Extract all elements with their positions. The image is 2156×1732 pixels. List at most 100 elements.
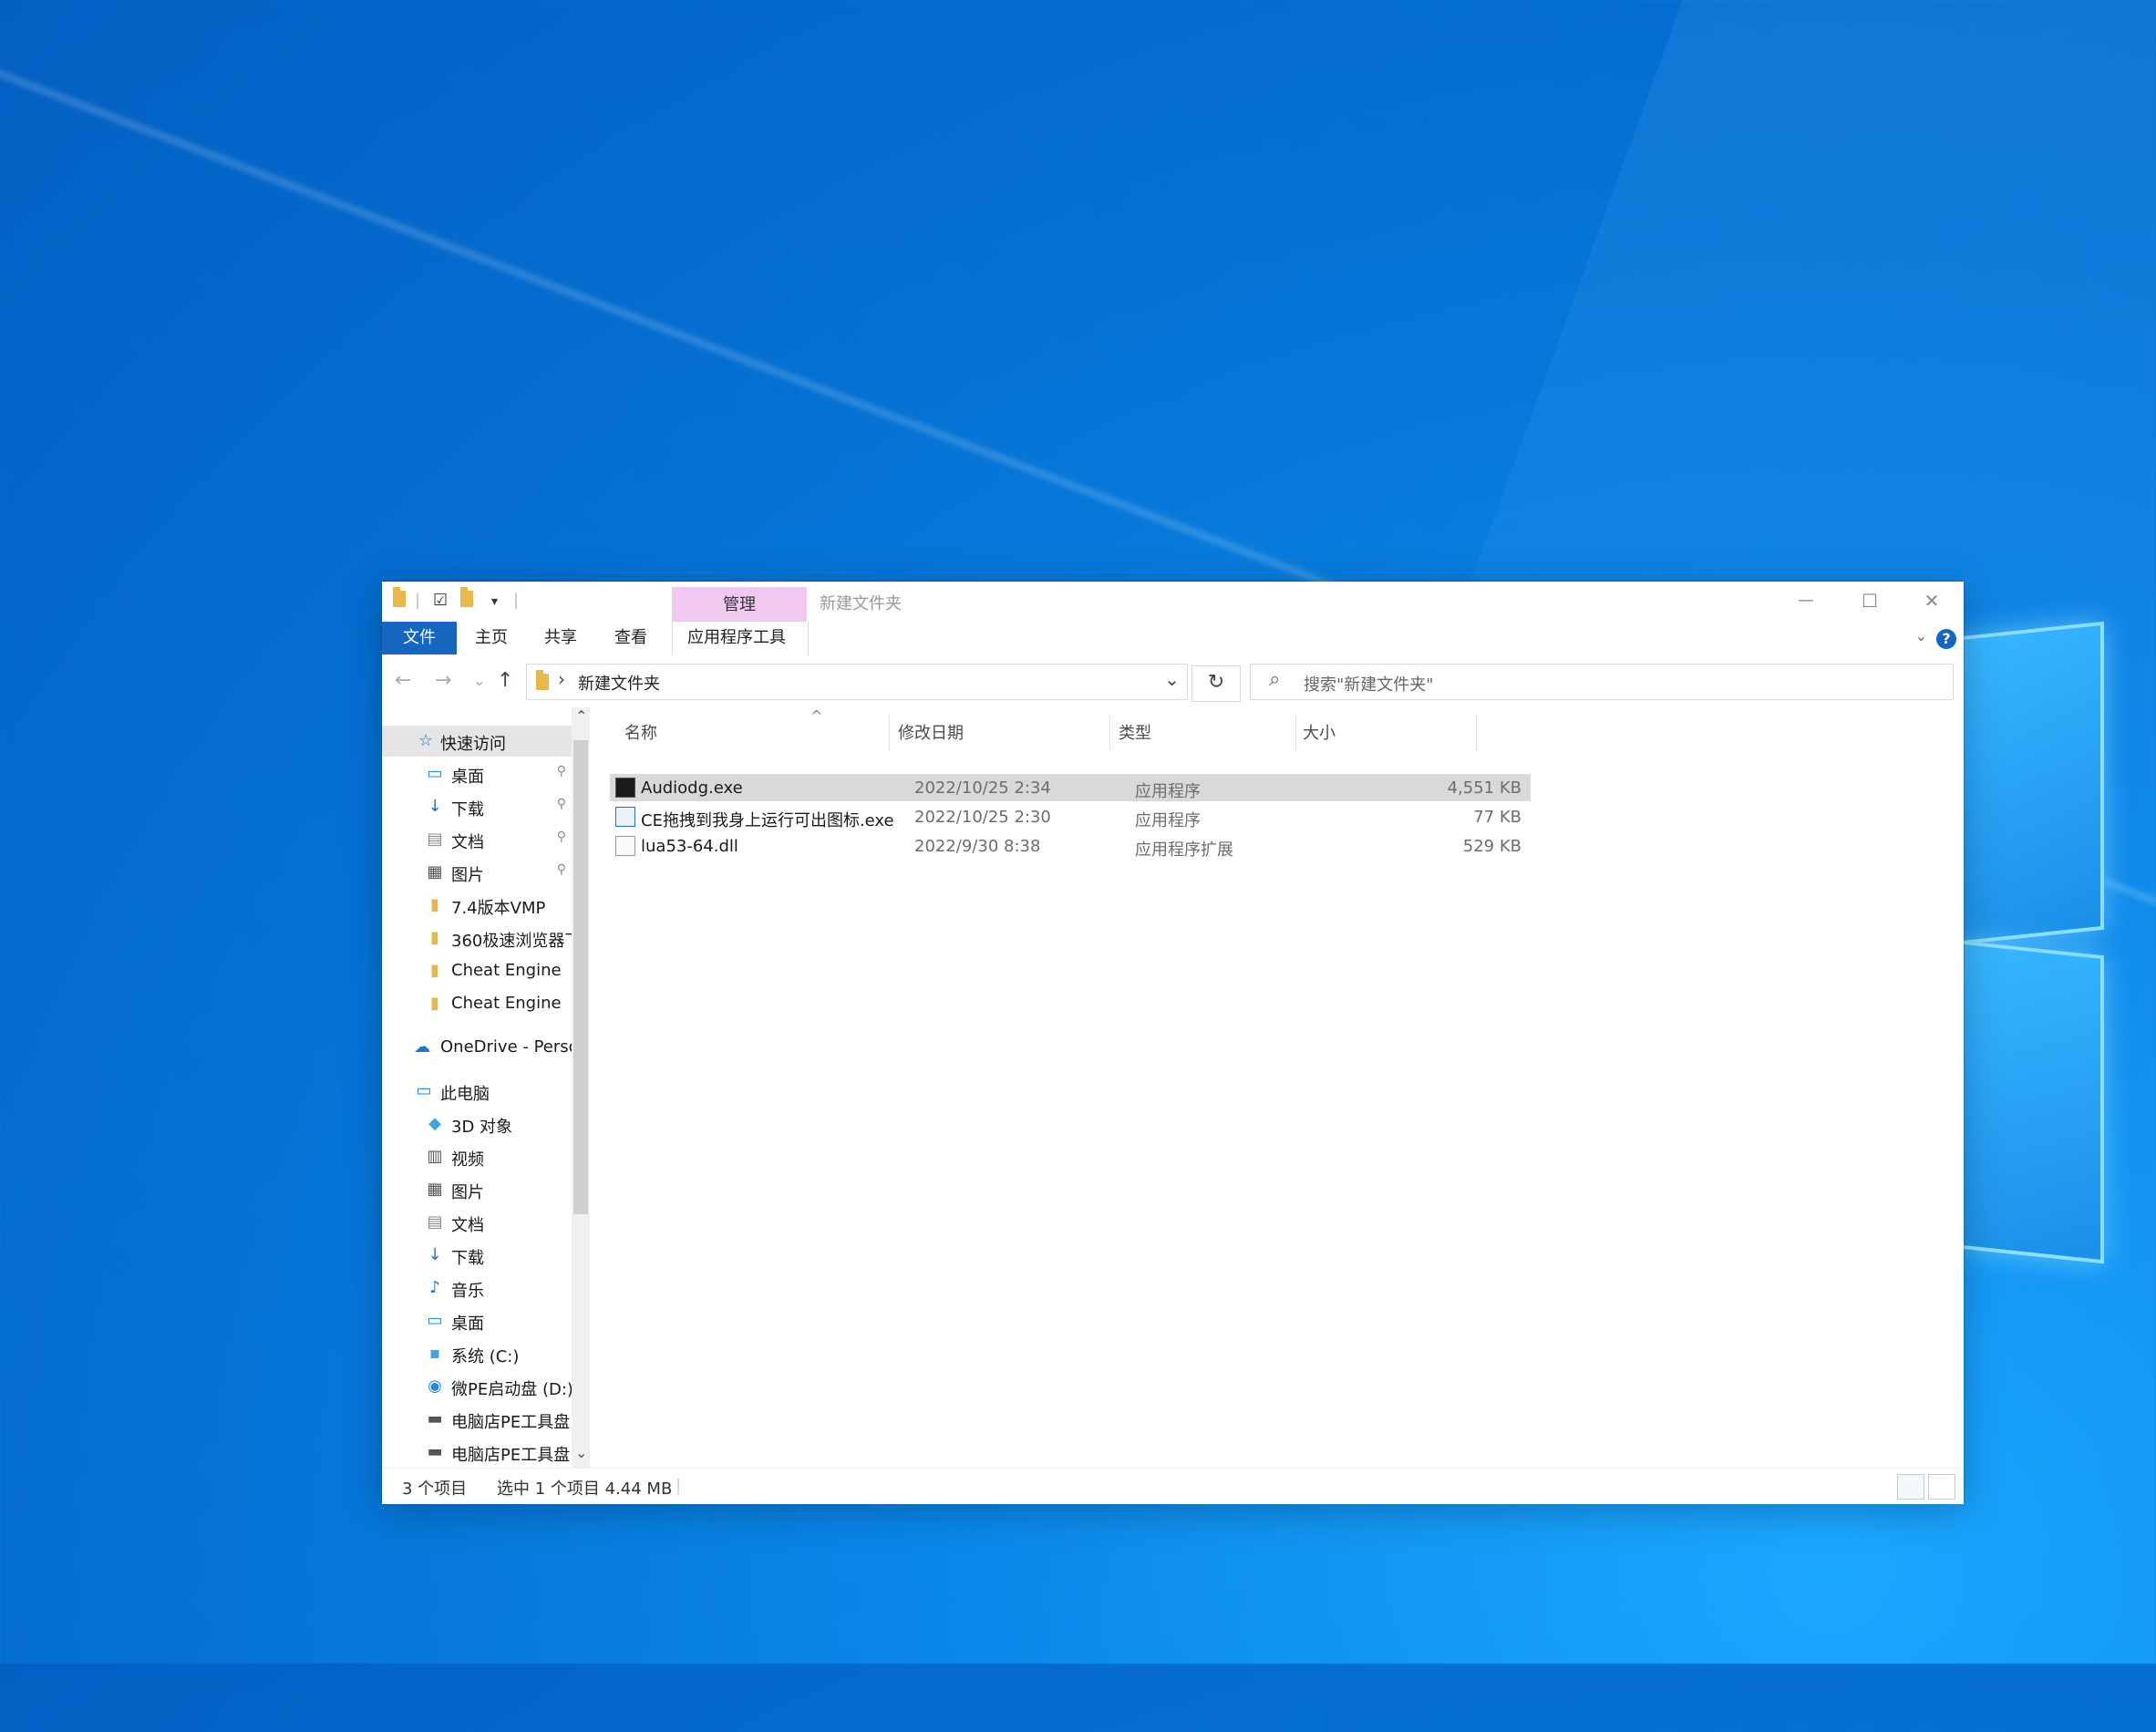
properties-icon[interactable]: ☑: [433, 591, 448, 613]
pictures-icon: ▦: [427, 1180, 443, 1199]
sidebar-item-pe-disk-2[interactable]: ▬ 电脑店PE工具盘: [382, 1437, 572, 1468]
pin-icon: ⚲: [556, 830, 566, 844]
tab-manage[interactable]: 管理: [672, 587, 807, 622]
file-modified: 2022/9/30 8:38: [914, 837, 1041, 856]
column-separator[interactable]: [1109, 715, 1110, 751]
sidebar-item-label: 视频: [451, 1150, 484, 1170]
sidebar-item-desktop[interactable]: ▭ 桌面 ⚲: [382, 758, 572, 789]
file-list[interactable]: ^ 名称 修改日期 类型 大小 Audiodg.exe 2022/10/25 2…: [593, 707, 1961, 1468]
navigation-pane[interactable]: ⌃ ⌄ ☆ 快速访问 ▭ 桌面 ⚲ ↓ 下载 ⚲ ▤ 文档 ⚲ ▦ 图片 ⚲ ▮…: [382, 707, 590, 1468]
separator: |: [513, 591, 520, 610]
tab-view[interactable]: 查看: [600, 622, 662, 655]
scroll-up-icon[interactable]: ⌃: [575, 707, 587, 725]
large-icons-view-button[interactable]: [1928, 1474, 1955, 1500]
sidebar-item-pictures-pc[interactable]: ▦ 图片: [382, 1174, 572, 1205]
address-bar[interactable]: › 新建文件夹 ⌄: [526, 664, 1188, 700]
sidebar-item-label: 下载: [451, 800, 484, 820]
sidebar-scroll-thumb[interactable]: [573, 740, 588, 1214]
sidebar-item-label: 图片: [451, 1183, 484, 1202]
sidebar-item-quick-access[interactable]: ☆ 快速访问: [382, 726, 572, 757]
refresh-button[interactable]: ↻: [1191, 665, 1241, 702]
sidebar-item-3d-objects[interactable]: ◆ 3D 对象: [382, 1108, 572, 1139]
tab-home[interactable]: 主页: [460, 622, 522, 655]
sidebar-item-pictures[interactable]: ▦ 图片 ⚲: [382, 857, 572, 888]
windows-logo-pane-bottom: [1960, 940, 2104, 1264]
help-icon[interactable]: ?: [1936, 629, 1956, 649]
sidebar-item-documents-pc[interactable]: ▤ 文档: [382, 1207, 572, 1238]
search-icon: ⌕: [1269, 668, 1281, 691]
sidebar-item-vmp[interactable]: ▮ 7.4版本VMP: [382, 890, 572, 921]
sidebar-item-label: 电脑店PE工具盘: [451, 1446, 571, 1465]
sidebar-item-downloads-pc[interactable]: ↓ 下载: [382, 1240, 572, 1271]
computer-icon: ▭: [416, 1081, 432, 1100]
column-header-size[interactable]: 大小: [1303, 720, 1336, 744]
column-header-type[interactable]: 类型: [1119, 720, 1151, 744]
back-button[interactable]: ←: [395, 665, 411, 696]
windows-logo-pane-top: [1960, 621, 2104, 945]
tab-share[interactable]: 共享: [530, 622, 592, 655]
address-row: ← → ⌄ ↑ › 新建文件夹 ⌄ ↻ ⌕ 搜索"新建文件夹": [382, 656, 1964, 707]
download-icon: ↓: [428, 1245, 442, 1264]
window-title: 新建文件夹: [820, 594, 902, 613]
sidebar-item-pe-disk-1[interactable]: ▬ 电脑店PE工具盘: [382, 1404, 572, 1435]
usb-drive-icon: ▬: [427, 1409, 443, 1428]
sidebar-item-cheat-engine-1[interactable]: ▮ Cheat Engine: [382, 955, 572, 986]
column-separator[interactable]: [889, 715, 890, 751]
file-explorer-window: | ☑ ▾ | 管理 新建文件夹 — ☐ ✕ 文件 主页 共享 查看 应用程序工…: [382, 582, 1964, 1504]
folder-icon: ▮: [430, 895, 439, 914]
sidebar-item-videos[interactable]: ▥ 视频: [382, 1141, 572, 1172]
desktop-icon: ▭: [427, 764, 443, 783]
customize-toolbar-icon[interactable]: ▾: [491, 594, 498, 616]
close-button[interactable]: ✕: [1900, 582, 1964, 622]
minimize-button[interactable]: —: [1774, 582, 1838, 622]
forward-button[interactable]: →: [435, 665, 451, 696]
document-icon: ▤: [427, 830, 443, 849]
tab-application-tools[interactable]: 应用程序工具: [672, 622, 809, 655]
file-type: 应用程序扩展: [1135, 840, 1233, 860]
separator: |: [676, 1476, 682, 1495]
up-button[interactable]: ↑: [497, 665, 513, 696]
sidebar-item-360-browser[interactable]: ▮ 360极速浏览器下: [382, 923, 572, 954]
sidebar-item-label: 下载: [451, 1249, 484, 1268]
breadcrumb-chevron-icon[interactable]: ›: [558, 668, 565, 690]
sidebar-item-label: 文档: [451, 833, 484, 852]
collapse-ribbon-icon[interactable]: ⌄: [1915, 627, 1927, 644]
table-row[interactable]: CE拖拽到我身上运行可出图标.exe 2022/10/25 2:30 应用程序 …: [610, 803, 1531, 830]
column-separator[interactable]: [1295, 715, 1296, 751]
file-size: 4,551 KB: [1447, 778, 1522, 798]
tab-file[interactable]: 文件: [382, 622, 457, 655]
folder-icon: ▮: [430, 961, 439, 980]
cube-icon: ◆: [428, 1114, 441, 1133]
column-header-name[interactable]: 名称: [624, 720, 657, 744]
file-type: 应用程序: [1135, 811, 1201, 830]
table-row[interactable]: Audiodg.exe 2022/10/25 2:34 应用程序 4,551 K…: [610, 774, 1531, 801]
sidebar-item-onedrive[interactable]: ☁ OneDrive - Personal: [382, 1032, 572, 1063]
sidebar-item-label: 图片: [451, 866, 484, 885]
sidebar-item-label: 快速访问: [440, 735, 506, 754]
maximize-button[interactable]: ☐: [1838, 582, 1902, 622]
scroll-down-icon[interactable]: ⌄: [575, 1444, 587, 1461]
folder-icon: ▮: [430, 994, 439, 1013]
sidebar-item-music[interactable]: ♪ 音乐: [382, 1273, 572, 1304]
table-row[interactable]: lua53-64.dll 2022/9/30 8:38 应用程序扩展 529 K…: [610, 832, 1531, 860]
sidebar-item-desktop-pc[interactable]: ▭ 桌面: [382, 1305, 572, 1336]
address-dropdown-icon[interactable]: ⌄: [1164, 668, 1180, 690]
search-input[interactable]: ⌕ 搜索"新建文件夹": [1250, 664, 1954, 700]
sidebar-item-label: 此电脑: [440, 1085, 490, 1104]
file-size: 529 KB: [1462, 837, 1522, 856]
sidebar-item-documents[interactable]: ▤ 文档 ⚲: [382, 824, 572, 855]
new-folder-icon[interactable]: [460, 587, 473, 613]
download-icon: ↓: [428, 797, 442, 816]
file-type: 应用程序: [1135, 782, 1201, 801]
sidebar-item-downloads[interactable]: ↓ 下载 ⚲: [382, 791, 572, 822]
breadcrumb-path[interactable]: 新建文件夹: [578, 671, 660, 695]
column-header-modified[interactable]: 修改日期: [898, 720, 964, 744]
sidebar-item-drive-c[interactable]: ▪ 系统 (C:): [382, 1338, 572, 1369]
sidebar-item-cheat-engine-2[interactable]: ▮ Cheat Engine: [382, 988, 572, 1019]
details-view-button[interactable]: [1897, 1474, 1924, 1500]
recent-locations-button[interactable]: ⌄: [473, 665, 485, 696]
sidebar-item-this-pc[interactable]: ▭ 此电脑: [382, 1076, 572, 1107]
sidebar-item-drive-d[interactable]: ◉ 微PE启动盘 (D:): [382, 1371, 572, 1402]
column-separator[interactable]: [1476, 715, 1477, 751]
pin-icon: ⚲: [556, 797, 566, 811]
